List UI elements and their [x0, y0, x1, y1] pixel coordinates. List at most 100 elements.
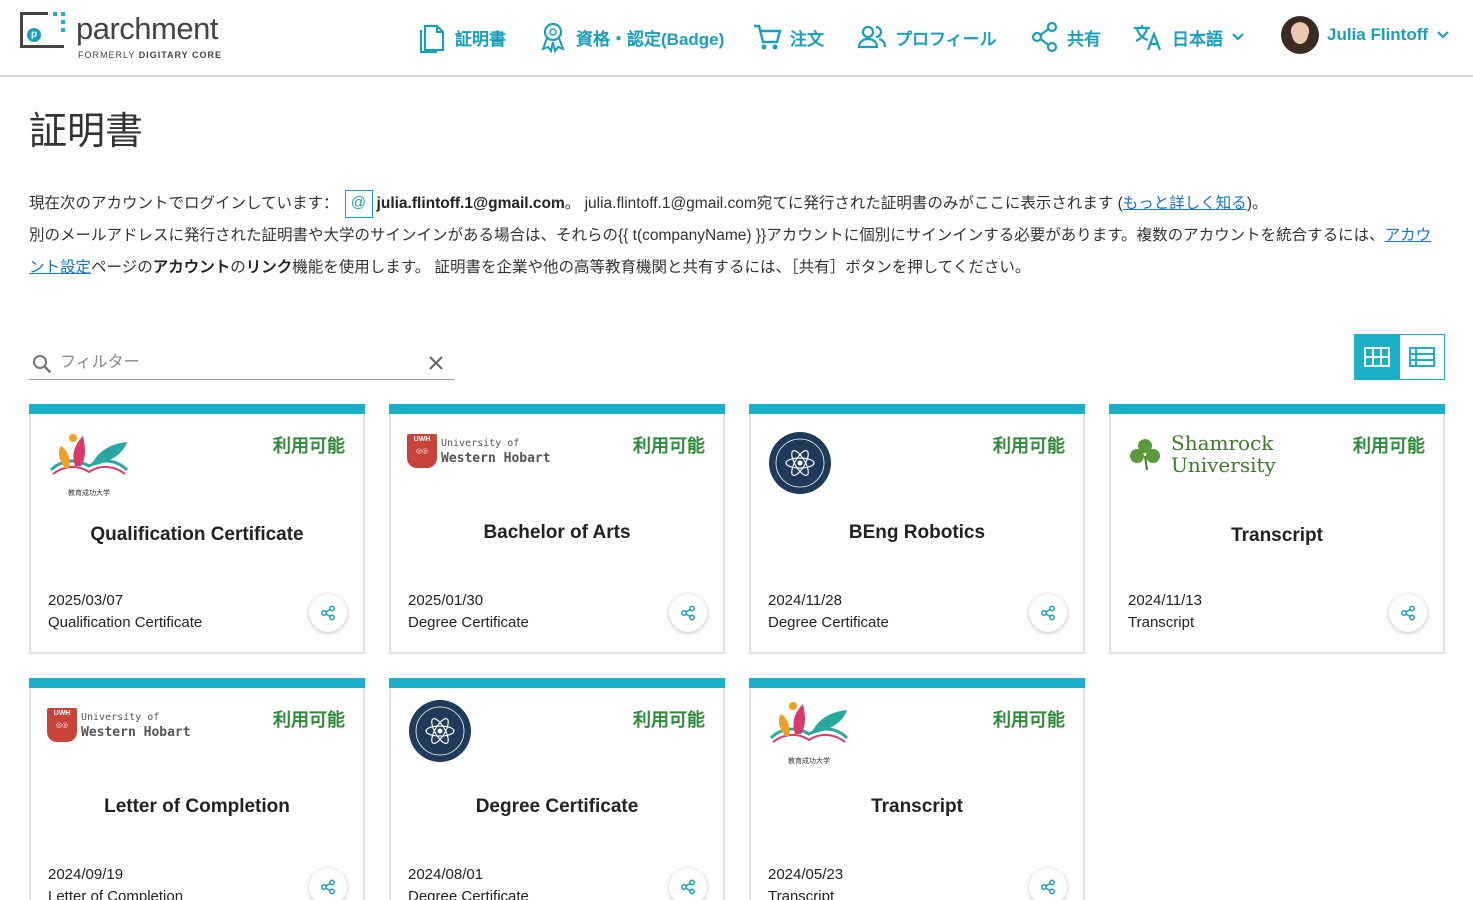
card-title: Letter of Completion — [104, 796, 290, 817]
nav-orders-label: 注文 — [790, 29, 824, 49]
logo-subtitle: FORMERLY DIGITARY CORE — [78, 50, 223, 60]
page-title: 証明書 — [29, 109, 144, 153]
shamrock-icon — [1130, 439, 1160, 471]
share-icon — [321, 879, 335, 895]
document-icon — [419, 24, 445, 54]
card-type: Degree Certificate — [408, 614, 529, 631]
uwh-shield: UWH ◎◎ — [407, 434, 437, 468]
status-badge: 利用可能 — [273, 436, 345, 457]
view-toggle — [1354, 334, 1445, 380]
card-type: Transcript — [768, 888, 835, 900]
share-button[interactable] — [669, 868, 707, 900]
grid-icon — [1364, 347, 1391, 367]
certificate-card[interactable]: 教育成功大学 利用可能 Transcript 2024/05/23 Transc… — [749, 678, 1085, 900]
certificate-card[interactable]: Shamrock University 利用可能 Transcript 2024/… — [1109, 404, 1445, 654]
avatar — [1281, 16, 1319, 54]
nav-profile-label: プロフィール — [895, 29, 997, 49]
share-icon — [1401, 605, 1415, 621]
status-badge: 利用可能 — [633, 436, 705, 457]
card-type: Degree Certificate — [408, 888, 529, 900]
share-icon — [321, 605, 335, 621]
edu-success-logo: 教育成功大学 — [47, 430, 227, 500]
edu-caption: 教育成功大学 — [788, 758, 830, 765]
uwh-shield: UWH ◎◎ — [47, 708, 77, 742]
shamrock-logo: Shamrock University — [1127, 430, 1307, 500]
status-badge: 利用可能 — [273, 710, 345, 731]
filter-bar — [29, 346, 454, 380]
nav-certificates[interactable]: 証明書 — [417, 20, 506, 54]
certificate-card[interactable]: 利用可能 Degree Certificate 2024/08/01 Degre… — [389, 678, 725, 900]
certificate-card[interactable]: 利用可能 BEng Robotics 2024/11/28 Degree Cer… — [749, 404, 1085, 654]
science-seal-logo — [407, 698, 587, 768]
card-date: 2024/11/13 — [1128, 592, 1202, 609]
card-type: Qualification Certificate — [48, 614, 203, 631]
card-type: Transcript — [1128, 614, 1195, 631]
uwh-line2: Western Hobart — [441, 451, 551, 466]
chevron-down-icon — [1437, 31, 1449, 39]
card-title: Transcript — [871, 796, 963, 817]
email-icon: @ — [344, 189, 373, 218]
card-date: 2024/08/01 — [408, 866, 484, 883]
nav-orders[interactable]: 注文 — [752, 20, 824, 54]
top-header: p parchment FORMERLY DIGITARY CORE 証明書 資… — [0, 0, 1473, 77]
language-selector[interactable]: 日本語 — [1132, 20, 1245, 54]
shamrock-line2: University — [1171, 453, 1276, 477]
status-badge: 利用可能 — [633, 710, 705, 731]
award-icon — [541, 22, 565, 54]
edu-success-logo: 教育成功大学 — [767, 698, 947, 768]
list-view-button[interactable] — [1400, 335, 1445, 379]
nav-badges[interactable]: 資格・認定(Badge) — [538, 20, 724, 54]
status-badge: 利用可能 — [993, 436, 1065, 457]
account-email: julia.flintoff.1@gmail.com — [376, 195, 565, 212]
card-title: BEng Robotics — [848, 522, 986, 543]
uwh-line1: University of — [441, 438, 520, 449]
close-icon[interactable] — [428, 355, 444, 371]
nav-certificates-label: 証明書 — [455, 29, 506, 49]
translate-icon — [1134, 25, 1162, 51]
chevron-down-icon — [1232, 33, 1244, 41]
filter-input[interactable] — [60, 350, 420, 376]
card-date: 2024/11/28 — [768, 592, 842, 609]
card-title: Degree Certificate — [475, 796, 639, 817]
card-date: 2025/01/30 — [408, 592, 484, 609]
user-menu[interactable]: Julia Flintoff — [1281, 16, 1450, 54]
language-label: 日本語 — [1172, 29, 1223, 49]
certificate-card[interactable]: 教育成功大学 利用可能 Qualification Certificate 20… — [29, 404, 365, 654]
share-icon — [1041, 605, 1055, 621]
people-icon — [857, 25, 887, 49]
grid-view-button[interactable] — [1355, 335, 1400, 379]
card-title: Qualification Certificate — [90, 524, 304, 545]
learn-more-link[interactable]: もっと詳しく知る — [1123, 195, 1247, 212]
card-type: Degree Certificate — [768, 614, 889, 631]
list-icon — [1408, 347, 1435, 367]
card-date: 2025/03/07 — [48, 592, 124, 609]
nav-share[interactable]: 共有 — [1031, 20, 1101, 54]
uwh-line1: University of — [81, 712, 160, 723]
share-button[interactable] — [669, 594, 707, 632]
share-button[interactable] — [309, 594, 347, 632]
account-info: 現在次のアカウントでログインしています： @ julia.flintoff.1@gm… — [29, 188, 1444, 284]
card-type: Letter of Completion — [48, 888, 184, 900]
card-date: 2024/09/19 — [48, 866, 124, 883]
cart-icon — [754, 24, 782, 50]
parchment-logo-mark: p — [20, 12, 66, 50]
status-badge: 利用可能 — [993, 710, 1065, 731]
status-badge: 利用可能 — [1353, 436, 1425, 457]
share-button[interactable] — [1389, 594, 1427, 632]
western-hobart-logo: UWH ◎◎ University of Western Hobart — [407, 430, 587, 500]
card-title: Bachelor of Arts — [483, 522, 631, 543]
parchment-logo[interactable]: p parchment FORMERLY DIGITARY CORE — [20, 12, 222, 64]
certificate-card[interactable]: UWH ◎◎ University of Western Hobart 利用可能 L… — [29, 678, 365, 900]
user-name: Julia Flintoff — [1327, 25, 1429, 44]
card-title: Transcript — [1231, 525, 1323, 546]
shamrock-line1: Shamrock — [1171, 431, 1274, 455]
nav-profile[interactable]: プロフィール — [857, 20, 997, 54]
share-button[interactable] — [309, 868, 347, 900]
uwh-line2: Western Hobart — [81, 725, 191, 740]
share-icon — [681, 879, 695, 895]
share-icon — [1041, 879, 1055, 895]
share-button[interactable] — [1029, 594, 1067, 632]
western-hobart-logo: UWH ◎◎ University of Western Hobart — [47, 704, 227, 774]
share-button[interactable] — [1029, 868, 1067, 900]
certificate-card[interactable]: UWH ◎◎ University of Western Hobart 利用可能 B… — [389, 404, 725, 654]
